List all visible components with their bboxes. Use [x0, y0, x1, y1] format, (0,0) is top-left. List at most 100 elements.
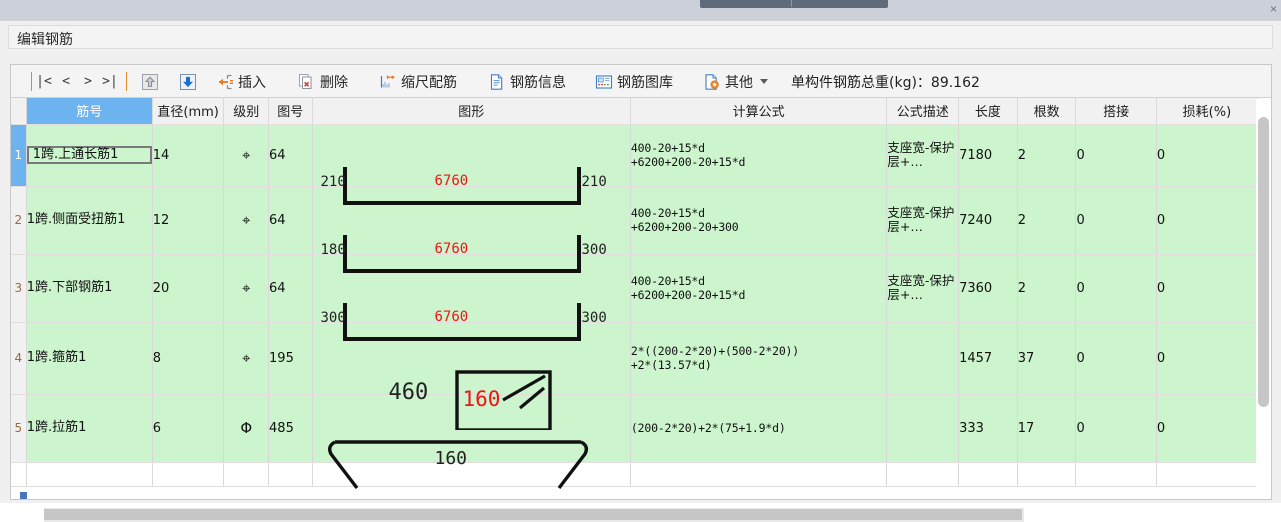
cell-formula[interactable]: (200-2*20)+2*(75+1.9*d): [630, 394, 888, 463]
cell-length[interactable]: 7360: [958, 254, 1018, 323]
cell-rebar-no[interactable]: 1跨.箍筋1: [26, 322, 153, 395]
vertical-scrollbar-thumb[interactable]: [1258, 117, 1269, 407]
table-row[interactable]: 3 1跨.下部钢筋1 20 ⌖ 64 300 6760 300 400-20+1…: [11, 254, 1259, 341]
cell-formula[interactable]: 400-20+15*d +6200+200-20+15*d: [630, 254, 888, 323]
cell-grade[interactable]: [223, 462, 270, 487]
cell-figure-no[interactable]: 64: [268, 124, 313, 187]
row-number[interactable]: 3: [11, 254, 27, 323]
cell-formula[interactable]: [630, 462, 888, 487]
insert-button[interactable]: 插入: [214, 70, 268, 93]
cell-rebar-no[interactable]: [26, 462, 153, 487]
cell-rebar-no[interactable]: 1跨.侧面受扭筋1: [26, 186, 153, 255]
col-loss[interactable]: 损耗(%): [1156, 98, 1259, 125]
cell-formula[interactable]: 400-20+15*d +6200+200-20+15*d: [630, 124, 888, 187]
col-formula[interactable]: 计算公式: [630, 98, 888, 125]
other-button[interactable]: 其他: [701, 70, 770, 93]
cell-figure-no[interactable]: [268, 462, 313, 487]
row-number[interactable]: 4: [11, 322, 27, 395]
active-window-tab[interactable]: [700, 0, 888, 8]
horizontal-scrollbar[interactable]: [44, 508, 1024, 522]
col-lap[interactable]: 搭接: [1075, 98, 1157, 125]
row-number[interactable]: [11, 462, 27, 487]
rebar-grid[interactable]: 筋号 直径(mm) 级别 图号 图形 计算公式 公式描述 长度 根数 搭接 损耗…: [11, 98, 1271, 499]
table-row[interactable]: 4 1跨.箍筋1 8 ⌖ 195 460 160 2*((200-2*20)+(…: [11, 322, 1259, 430]
cell-diameter[interactable]: 12: [152, 186, 225, 255]
cell-rebar-no[interactable]: 1跨.拉筋1: [26, 394, 153, 463]
first-record-button[interactable]: |<: [33, 74, 55, 89]
vertical-scrollbar[interactable]: [1256, 99, 1270, 499]
cell-diameter[interactable]: [152, 462, 225, 487]
cell-grade[interactable]: ⌖: [223, 254, 270, 323]
col-figure-no[interactable]: 图号: [268, 98, 313, 125]
cell-figure-no[interactable]: 195: [268, 322, 313, 395]
record-nav-group[interactable]: |< < > >|: [33, 71, 121, 92]
cell-figure-no[interactable]: 64: [268, 186, 313, 255]
cell-count[interactable]: 17: [1017, 394, 1077, 463]
col-diameter[interactable]: 直径(mm): [152, 98, 225, 125]
cell-count[interactable]: 2: [1017, 186, 1077, 255]
cell-lap[interactable]: 0: [1075, 124, 1157, 187]
cell-formula[interactable]: 2*((200-2*20)+(500-2*20)) +2*(13.57*d): [630, 322, 888, 395]
col-rebar-no[interactable]: 筋号: [26, 98, 153, 125]
col-length[interactable]: 长度: [958, 98, 1018, 125]
cell-formula-desc[interactable]: 支座宽-保护层+…: [886, 254, 960, 323]
cell-diameter[interactable]: 8: [152, 322, 225, 395]
close-icon[interactable]: ×: [1270, 2, 1277, 16]
cell-length[interactable]: 7180: [958, 124, 1018, 187]
cell-formula-desc[interactable]: [886, 322, 960, 395]
cell-grade[interactable]: ⌖: [223, 186, 270, 255]
col-formula-desc[interactable]: 公式描述: [886, 98, 960, 125]
cell-grade[interactable]: ⌖: [223, 322, 270, 395]
table-row[interactable]: 5 1跨.拉筋1 6 Φ 485 160 (200-2*20)+2*(75+1.…: [11, 394, 1259, 490]
col-count[interactable]: 根数: [1017, 98, 1077, 125]
row-header-corner[interactable]: [11, 98, 27, 125]
chevron-down-icon[interactable]: [760, 79, 768, 84]
cell-length[interactable]: [958, 462, 1018, 487]
table-row[interactable]: 1 1跨.上通长筋1 14 ⌖ 64 210 6760 210 400-20+1…: [11, 124, 1259, 205]
cell-grade[interactable]: ⌖: [223, 124, 270, 187]
cell-rebar-no[interactable]: 1跨.下部钢筋1: [26, 254, 153, 323]
cell-lap[interactable]: 0: [1075, 322, 1157, 395]
move-down-button[interactable]: [177, 70, 199, 93]
prev-record-button[interactable]: <: [55, 74, 77, 89]
cell-shape[interactable]: 210 6760 210: [312, 124, 631, 205]
cell-lap[interactable]: 0: [1075, 254, 1157, 323]
cell-length[interactable]: 333: [958, 394, 1018, 463]
table-row-empty[interactable]: [11, 462, 1259, 487]
cell-formula-desc[interactable]: 支座宽-保护层+…: [886, 124, 960, 187]
row-number[interactable]: 2: [11, 186, 27, 255]
cell-count[interactable]: 2: [1017, 254, 1077, 323]
cell-rebar-no[interactable]: 1跨.上通长筋1: [26, 124, 153, 187]
cell-diameter[interactable]: 6: [152, 394, 225, 463]
cell-figure-no[interactable]: 64: [268, 254, 313, 323]
cell-length[interactable]: 1457: [958, 322, 1018, 395]
cell-count[interactable]: 37: [1017, 322, 1077, 395]
rebar-no-editor[interactable]: 1跨.上通长筋1: [26, 145, 152, 165]
cell-formula-desc[interactable]: 支座宽-保护层+…: [886, 186, 960, 255]
move-up-button[interactable]: [139, 70, 161, 93]
cell-loss[interactable]: 0: [1156, 186, 1259, 255]
cell-loss[interactable]: 0: [1156, 254, 1259, 323]
col-shape[interactable]: 图形: [312, 98, 631, 125]
cell-diameter[interactable]: 20: [152, 254, 225, 323]
cell-formula-desc[interactable]: [886, 462, 960, 487]
cell-lap[interactable]: 0: [1075, 394, 1157, 463]
cell-formula[interactable]: 400-20+15*d +6200+200-20+300: [630, 186, 888, 255]
table-row[interactable]: 2 1跨.侧面受扭筋1 12 ⌖ 64 180 6760 300 400-20+…: [11, 186, 1259, 273]
cell-loss[interactable]: 0: [1156, 124, 1259, 187]
col-grade[interactable]: 级别: [223, 98, 270, 125]
cell-lap[interactable]: [1075, 462, 1157, 487]
scaled-rebar-button[interactable]: 缩尺配筋: [377, 70, 459, 93]
row-number[interactable]: 1: [11, 124, 27, 187]
cell-lap[interactable]: 0: [1075, 186, 1157, 255]
rebar-info-button[interactable]: 钢筋信息: [486, 70, 568, 93]
cell-grade[interactable]: Φ: [223, 394, 270, 463]
next-record-button[interactable]: >: [77, 74, 99, 89]
cell-figure-no[interactable]: 485: [268, 394, 313, 463]
cell-formula-desc[interactable]: [886, 394, 960, 463]
cell-count[interactable]: [1017, 462, 1077, 487]
last-record-button[interactable]: >|: [99, 74, 121, 89]
cell-diameter[interactable]: 14: [152, 124, 225, 187]
cell-length[interactable]: 7240: [958, 186, 1018, 255]
horizontal-scrollbar-thumb[interactable]: [44, 509, 1022, 520]
